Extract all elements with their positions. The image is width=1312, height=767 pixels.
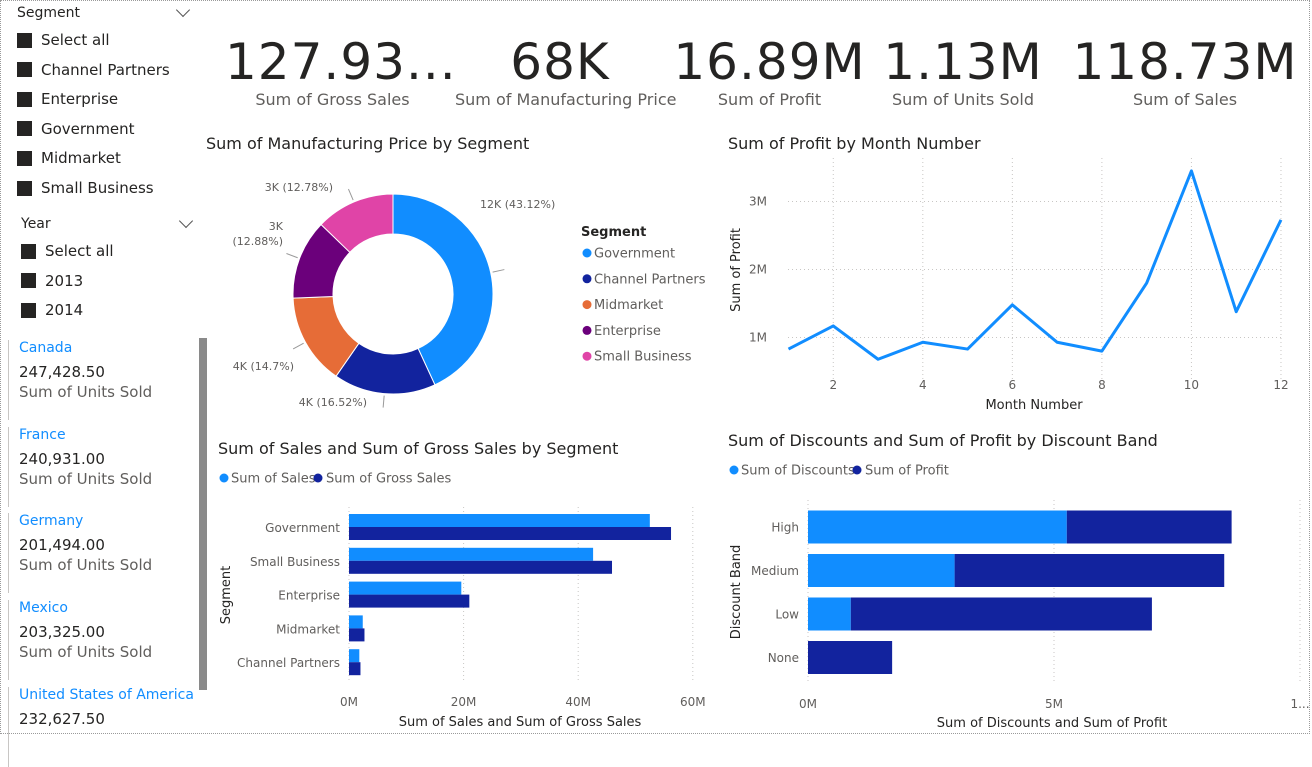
y-tick-label: Medium [751, 564, 799, 578]
y-tick-label: None [768, 651, 799, 665]
bar-profit [850, 597, 1152, 631]
x-tick-label: 1... [1290, 697, 1309, 711]
bar-profit [1066, 510, 1232, 544]
y-tick-label: Low [775, 608, 799, 622]
bar-discounts [808, 510, 1067, 544]
bar-discounts [808, 597, 851, 631]
bar-profit [954, 554, 1225, 587]
legend-label: Sum of Discounts [741, 464, 855, 479]
x-axis-title: Sum of Discounts and Sum of Profit [937, 716, 1167, 731]
bar-profit [808, 641, 893, 674]
x-tick-label: 0M [799, 697, 817, 711]
y-tick-label: High [771, 521, 799, 535]
legend-label: Sum of Profit [865, 464, 949, 479]
x-tick-label: 5M [1045, 697, 1063, 711]
legend-marker [852, 465, 862, 475]
bar-discounts [808, 554, 955, 587]
legend-marker [729, 465, 739, 475]
y-axis-title: Discount Band [729, 545, 744, 640]
discount-bar-chart: Sum of Discounts Sum of Profit 0M 5M 1... Hig… [729, 464, 1310, 732]
